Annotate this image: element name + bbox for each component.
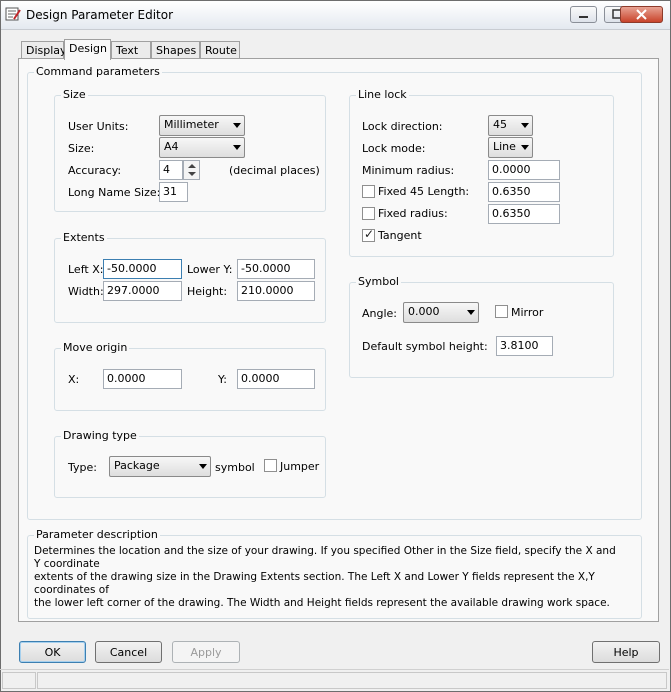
size-value: A4 [164, 140, 179, 153]
spin-down-icon[interactable] [188, 172, 196, 176]
origin-x-input[interactable]: 0.0000 [103, 369, 182, 389]
origin-x-label: X: [68, 373, 80, 386]
symbol-type-label: symbol [215, 461, 255, 474]
long-name-size-input[interactable]: 31 [159, 182, 188, 202]
size-select[interactable]: A4 [159, 137, 245, 158]
jumper-label: Jumper [280, 460, 320, 473]
long-name-size-label: Long Name Size: [68, 186, 161, 199]
chevron-down-icon [521, 123, 529, 128]
lock-direction-label: Lock direction: [362, 120, 443, 133]
lower-y-input[interactable]: -50.0000 [237, 259, 315, 279]
minimize-button[interactable] [570, 6, 597, 23]
fixed-radius-checkbox[interactable] [362, 207, 375, 220]
user-units-label: User Units: [68, 120, 129, 133]
fixed-45-label: Fixed 45 Length: [378, 185, 470, 198]
fixed-45-input[interactable]: 0.6350 [488, 182, 560, 202]
status-bar [0, 669, 669, 691]
min-radius-label: Minimum radius: [362, 164, 455, 177]
lower-y-label: Lower Y: [187, 263, 233, 276]
parameter-description-text: Determines the location and the size of … [34, 545, 624, 610]
tangent-checkbox[interactable] [362, 227, 375, 242]
symbol-group: Symbol [349, 275, 614, 378]
command-parameters-label: Command parameters [34, 65, 162, 78]
lock-direction-select[interactable]: 45 [488, 115, 533, 136]
accuracy-note: (decimal places) [229, 164, 320, 177]
help-button[interactable]: Help [592, 641, 660, 663]
minimize-icon [579, 16, 588, 18]
close-icon [636, 9, 647, 20]
user-units-select[interactable]: Millimeter [159, 115, 245, 136]
chevron-down-icon [467, 310, 475, 315]
chevron-down-icon [521, 145, 529, 150]
lock-mode-value: Line [493, 140, 516, 153]
fixed-45-checkbox[interactable] [362, 185, 375, 198]
drawing-type-value: Package [114, 459, 160, 472]
lock-direction-value: 45 [493, 118, 507, 131]
ok-button[interactable]: OK [19, 641, 86, 663]
move-origin-group-label: Move origin [61, 341, 130, 354]
angle-select[interactable]: 0.000 [403, 302, 479, 323]
user-units-value: Millimeter [164, 118, 219, 131]
app-icon [5, 7, 21, 21]
fixed-radius-label: Fixed radius: [378, 207, 448, 220]
parameter-description-label: Parameter description [34, 528, 160, 541]
title-bar[interactable]: Design Parameter Editor [1, 1, 670, 30]
accuracy-spinner[interactable] [183, 160, 200, 180]
jumper-checkbox[interactable] [264, 459, 277, 472]
angle-label: Angle: [362, 307, 398, 320]
chevron-down-icon [233, 145, 241, 150]
close-button[interactable] [620, 6, 663, 23]
accuracy-label: Accuracy: [68, 164, 122, 177]
left-x-label: Left X: [68, 263, 104, 276]
tangent-label: Tangent [378, 229, 422, 242]
status-bar-pane [37, 672, 667, 689]
lock-mode-label: Lock mode: [362, 142, 426, 155]
origin-y-label: Y: [218, 373, 227, 386]
left-x-input[interactable]: -50.0000 [103, 259, 182, 279]
default-symbol-height-input[interactable]: 3.8100 [496, 336, 553, 356]
mirror-label: Mirror [511, 306, 544, 319]
extents-group-label: Extents [61, 231, 107, 244]
window-title: Design Parameter Editor [26, 8, 174, 22]
description-line: the lower left corner of the drawing. Th… [34, 597, 610, 609]
drawing-type-select[interactable]: Package [109, 456, 211, 477]
symbol-group-label: Symbol [356, 275, 401, 288]
line-lock-group-label: Line lock [356, 88, 409, 101]
drawing-type-label: Type: [68, 461, 97, 474]
default-symbol-height-label: Default symbol height: [362, 340, 488, 353]
tab-route[interactable]: Route [200, 41, 240, 59]
origin-y-input[interactable]: 0.0000 [237, 369, 315, 389]
description-line: extents of the drawing size in the Drawi… [34, 571, 595, 596]
chevron-down-icon [199, 464, 207, 469]
tab-text[interactable]: Text [111, 41, 151, 59]
width-label: Width: [68, 285, 104, 298]
status-bar-pane [2, 672, 36, 689]
height-input[interactable]: 210.0000 [237, 281, 315, 301]
height-label: Height: [187, 285, 228, 298]
drawing-type-group-label: Drawing type [61, 429, 139, 442]
min-radius-input[interactable]: 0.0000 [488, 160, 560, 180]
size-label: Size: [68, 142, 95, 155]
size-group-label: Size [61, 88, 88, 101]
tab-display[interactable]: Display [21, 41, 67, 59]
cancel-button[interactable]: Cancel [95, 641, 162, 663]
angle-value: 0.000 [408, 305, 440, 318]
spin-up-icon[interactable] [188, 164, 196, 168]
chevron-down-icon [233, 123, 241, 128]
lock-mode-select[interactable]: Line [488, 137, 533, 158]
apply-button[interactable]: Apply [172, 641, 240, 663]
tab-shapes[interactable]: Shapes [151, 41, 200, 59]
description-line: Determines the location and the size of … [34, 545, 616, 570]
accuracy-input[interactable]: 4 [159, 160, 183, 180]
fixed-radius-input[interactable]: 0.6350 [488, 204, 560, 224]
width-input[interactable]: 297.0000 [103, 281, 182, 301]
tab-design[interactable]: Design [64, 39, 111, 60]
mirror-checkbox[interactable] [495, 305, 508, 318]
